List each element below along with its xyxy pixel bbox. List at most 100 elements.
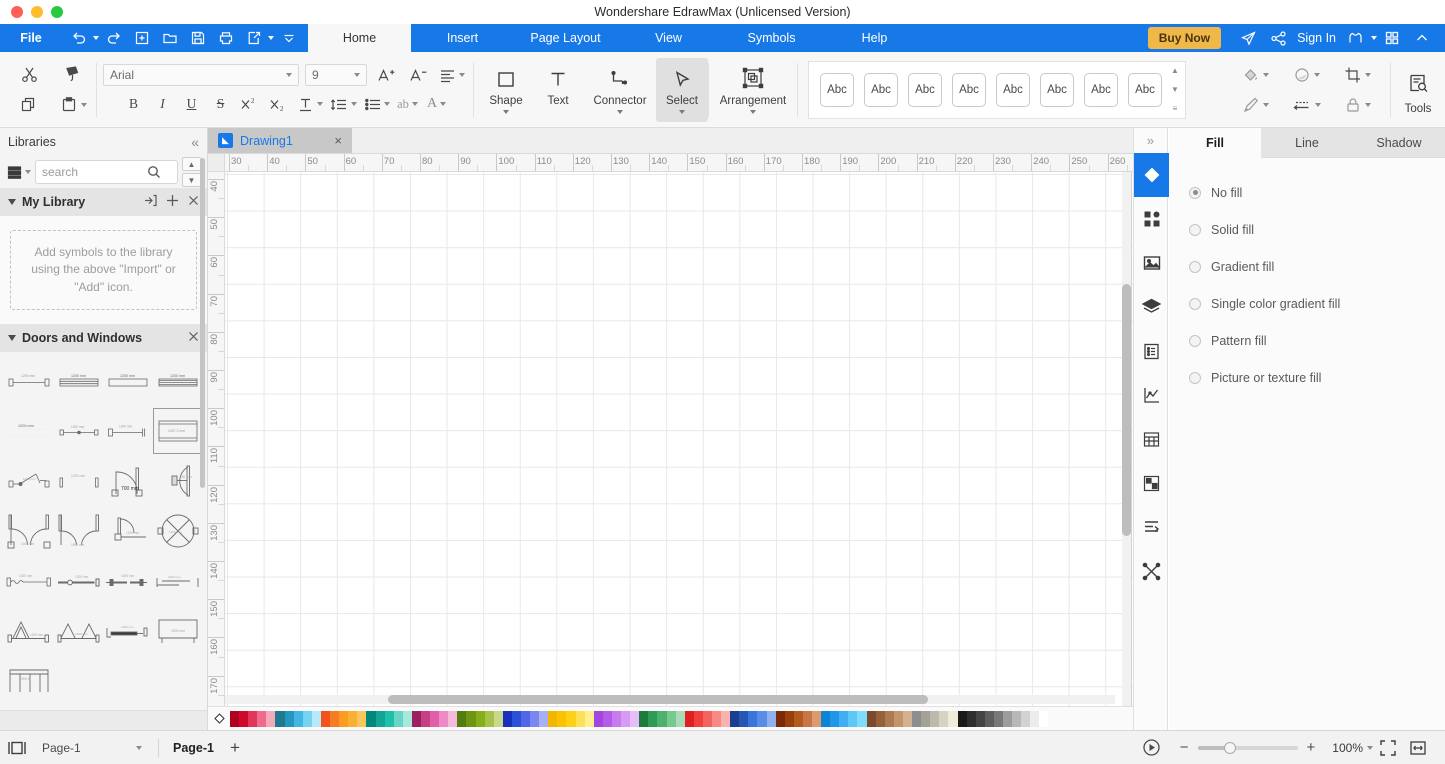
library-shape-item[interactable]: 1200 mm: [153, 358, 203, 404]
color-swatch[interactable]: [339, 710, 349, 727]
arrangement-button[interactable]: Arrangement: [709, 58, 797, 122]
color-swatch[interactable]: [730, 710, 740, 727]
color-swatch[interactable]: [239, 710, 249, 727]
color-swatch[interactable]: [502, 710, 512, 727]
radio-icon[interactable]: [1189, 186, 1201, 199]
tab-line[interactable]: Line: [1261, 128, 1353, 158]
color-swatch[interactable]: [1002, 710, 1013, 727]
canvas-horizontal-scrollbar-thumb[interactable]: [388, 695, 928, 704]
line-style-caret-icon[interactable]: [1314, 102, 1321, 107]
bold-button[interactable]: B: [121, 92, 147, 116]
cut-icon[interactable]: [20, 65, 39, 84]
color-swatch[interactable]: [557, 710, 567, 727]
font-size-select[interactable]: 9: [305, 64, 367, 86]
tab-help[interactable]: Help: [823, 24, 926, 52]
bullet-caret-icon[interactable]: [383, 102, 390, 106]
account-group[interactable]: [1340, 26, 1377, 50]
color-swatch[interactable]: [1030, 710, 1040, 727]
text-case-caret-icon[interactable]: [411, 102, 418, 106]
decrease-font-size-button[interactable]: [405, 63, 431, 87]
color-swatch[interactable]: [457, 710, 467, 727]
color-swatch[interactable]: [793, 710, 803, 727]
color-swatch[interactable]: [939, 710, 949, 727]
connector-tool-button[interactable]: Connector: [584, 58, 656, 122]
color-swatch[interactable]: [766, 710, 776, 727]
color-swatch[interactable]: [848, 710, 858, 727]
open-icon[interactable]: [157, 26, 183, 50]
zoom-in-button[interactable]: +: [1298, 739, 1325, 756]
color-swatch[interactable]: [393, 710, 403, 727]
strikethrough-button[interactable]: S: [208, 92, 234, 116]
canvas-scroll-viewport[interactable]: [225, 172, 1133, 730]
line-color-caret-icon[interactable]: [1262, 102, 1269, 107]
color-swatch[interactable]: [593, 710, 603, 727]
color-swatch[interactable]: [311, 710, 321, 727]
color-swatch[interactable]: [475, 710, 485, 727]
color-swatch[interactable]: [284, 710, 294, 727]
rail-table-icon[interactable]: [1134, 417, 1169, 461]
color-swatch[interactable]: [275, 710, 285, 727]
radio-icon[interactable]: [1189, 223, 1201, 236]
library-shape-item[interactable]: 1200 mm: [104, 508, 154, 554]
presentation-play-icon[interactable]: [1132, 738, 1171, 757]
chevron-down-icon[interactable]: [8, 335, 16, 341]
color-swatch[interactable]: [384, 710, 394, 727]
library-shape-item[interactable]: 1500 mm: [104, 558, 154, 604]
color-swatch-row[interactable]: [230, 710, 1049, 727]
print-icon[interactable]: [213, 26, 239, 50]
color-swatch[interactable]: [266, 710, 276, 727]
font-color-caret-icon[interactable]: [440, 102, 447, 106]
color-swatch[interactable]: [1039, 710, 1049, 727]
zoom-level-value[interactable]: 100%: [1332, 741, 1363, 755]
color-swatch[interactable]: [884, 710, 894, 727]
style-item[interactable]: Abc: [952, 72, 986, 107]
color-swatch[interactable]: [693, 710, 703, 727]
color-swatch[interactable]: [757, 710, 767, 727]
rail-align-icon[interactable]: [1134, 505, 1169, 549]
color-swatch[interactable]: [948, 710, 958, 727]
color-swatch[interactable]: [675, 710, 685, 727]
page-select-dropdown[interactable]: Page-1: [34, 737, 150, 759]
tab-insert[interactable]: Insert: [411, 24, 514, 52]
underline-button[interactable]: U: [179, 92, 205, 116]
align-caret-icon[interactable]: [459, 73, 465, 77]
gallery-scroll-up-icon[interactable]: ▲: [1171, 66, 1179, 75]
add-page-button[interactable]: +: [220, 738, 250, 758]
library-shape-item[interactable]: 1500 mm: [153, 608, 203, 654]
color-swatch[interactable]: [739, 710, 749, 727]
rail-quick-styles-icon[interactable]: [1134, 197, 1169, 241]
library-shape-item[interactable]: 1200 mm: [153, 558, 203, 604]
color-swatch[interactable]: [984, 710, 994, 727]
color-swatch[interactable]: [548, 710, 558, 727]
align-text-button[interactable]: [437, 63, 467, 87]
increase-font-size-button[interactable]: [373, 63, 399, 87]
font-color-button[interactable]: A: [424, 92, 450, 116]
bullet-list-button[interactable]: [362, 92, 392, 116]
zoom-slider[interactable]: [1197, 741, 1298, 754]
text-tool-button[interactable]: Text: [532, 58, 584, 122]
zoom-out-button[interactable]: −: [1171, 739, 1198, 756]
color-swatch[interactable]: [721, 710, 731, 727]
color-swatch[interactable]: [575, 710, 585, 727]
horizontal-ruler[interactable]: 30 40 50 60 70 80 90 100 110 120 130 140 150 160 170 18…: [208, 154, 1133, 172]
color-swatch[interactable]: [330, 710, 340, 727]
chevron-down-icon[interactable]: [8, 199, 16, 205]
close-tab-icon[interactable]: ×: [334, 133, 342, 148]
library-section-my-library[interactable]: My Library: [0, 188, 207, 216]
tab-home[interactable]: Home: [308, 24, 411, 52]
text-style-caret-icon[interactable]: [316, 102, 323, 106]
color-swatch[interactable]: [511, 710, 521, 727]
line-color-button[interactable]: [1242, 96, 1269, 114]
style-item[interactable]: Abc: [1084, 72, 1118, 107]
vertical-ruler[interactable]: 40 50 60 70 80 90 100 110 120 130 140 150 160 170: [208, 172, 225, 730]
undo-group[interactable]: [66, 26, 99, 50]
color-swatch[interactable]: [484, 710, 494, 727]
library-shape-item[interactable]: 1500 mm: [4, 558, 54, 604]
color-swatch[interactable]: [684, 710, 694, 727]
color-swatch[interactable]: [648, 710, 658, 727]
color-swatch[interactable]: [639, 710, 649, 727]
new-icon[interactable]: [129, 26, 155, 50]
library-shape-item[interactable]: 1200 mm: [54, 558, 104, 604]
arrangement-caret-icon[interactable]: [750, 109, 756, 114]
tab-fill[interactable]: Fill: [1169, 128, 1261, 158]
